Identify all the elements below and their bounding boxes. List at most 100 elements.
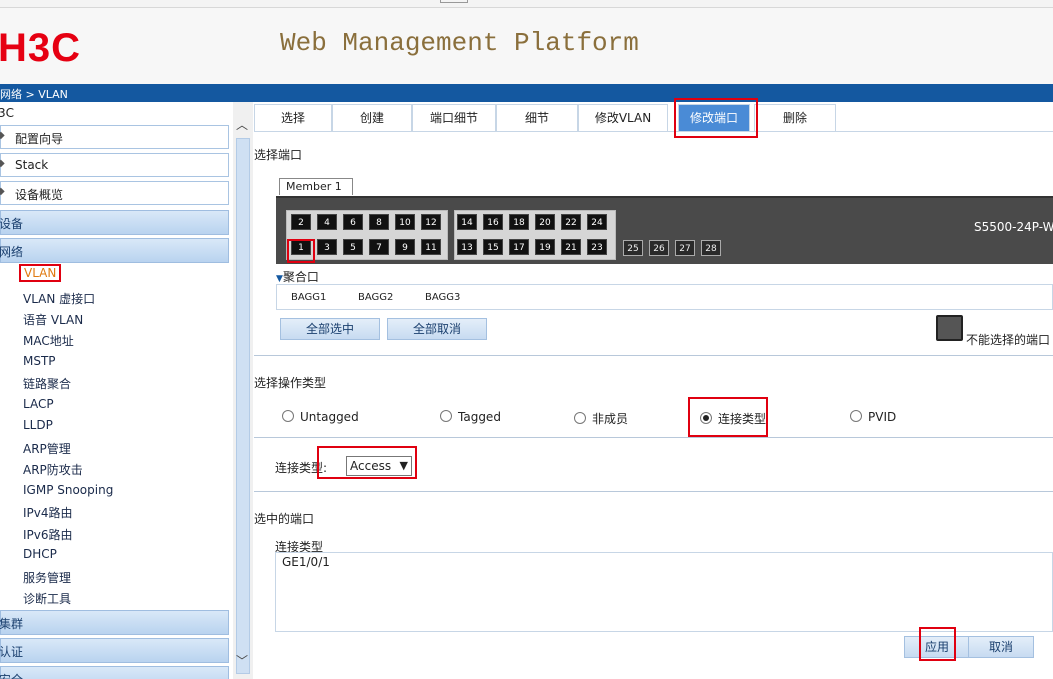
sidebar-box-overview[interactable]: ◆ 设备概览 xyxy=(0,181,229,205)
sidebar-box-wizard[interactable]: ◆ 配置向导 xyxy=(0,125,229,149)
sidebar-item-lacp[interactable]: LACP xyxy=(23,397,54,411)
tab-modify-vlan[interactable]: 修改VLAN xyxy=(578,104,668,131)
port-6[interactable]: 6 xyxy=(343,214,363,230)
radio-checked-icon xyxy=(700,412,712,424)
port-3[interactable]: 3 xyxy=(317,239,337,255)
tab-select[interactable]: 选择 xyxy=(254,104,332,131)
top-strip xyxy=(0,0,1053,8)
apply-button[interactable]: 应用 xyxy=(904,636,970,658)
port-12[interactable]: 12 xyxy=(421,214,441,230)
radio-untagged[interactable]: Untagged xyxy=(282,410,359,424)
aggregation-label[interactable]: ▼聚合口 xyxy=(276,268,319,285)
aggregation-label-text: 聚合口 xyxy=(282,270,319,284)
sidebar-item-ipv4[interactable]: IPv4路由 xyxy=(23,504,73,521)
sidebar-item-igmp[interactable]: IGMP Snooping xyxy=(23,483,113,497)
port-23[interactable]: 23 xyxy=(587,239,607,255)
member-tab[interactable]: Member 1 xyxy=(279,178,353,195)
main-content: 选择 创建 端口细节 细节 修改VLAN 修改端口 删除 选择端口 Member… xyxy=(254,98,1053,679)
deselect-all-button[interactable]: 全部取消 xyxy=(387,318,487,340)
port-9[interactable]: 9 xyxy=(395,239,415,255)
port-14[interactable]: 14 xyxy=(457,214,477,230)
sidebar-category-network[interactable]: 网络 xyxy=(0,238,229,263)
port-7[interactable]: 7 xyxy=(369,239,389,255)
category-label: 认证 xyxy=(0,645,24,659)
sidebar-category-auth[interactable]: 认证 xyxy=(0,638,229,663)
scrollbar-thumb[interactable] xyxy=(236,138,250,674)
sidebar-item-service[interactable]: 服务管理 xyxy=(23,569,71,586)
agg-port-bagg2[interactable]: BAGG2 xyxy=(358,292,393,303)
port-5[interactable]: 5 xyxy=(343,239,363,255)
category-label: 安全 xyxy=(0,671,23,679)
cancel-button[interactable]: 取消 xyxy=(968,636,1034,658)
port-19[interactable]: 19 xyxy=(535,239,555,255)
sidebar-item-mac[interactable]: MAC地址 xyxy=(23,332,74,349)
link-type-label: 连接类型: xyxy=(275,461,328,475)
port-25[interactable]: 25 xyxy=(623,240,643,256)
port-2[interactable]: 2 xyxy=(291,214,311,230)
sidebar-item-diagnostic[interactable]: 诊断工具 xyxy=(23,590,71,607)
radio-tagged[interactable]: Tagged xyxy=(440,410,501,424)
sidebar-item-voice-vlan[interactable]: 语音 VLAN xyxy=(23,311,83,328)
port-22[interactable]: 22 xyxy=(561,214,581,230)
sidebar-box-label: Stack xyxy=(15,158,49,172)
select-value: Access xyxy=(350,459,392,473)
sidebar-category-device[interactable]: 设备 xyxy=(0,210,229,235)
port-24[interactable]: 24 xyxy=(587,214,607,230)
breadcrumb: 网络 > VLAN xyxy=(0,88,1053,102)
sidebar-item-ipv6[interactable]: IPv6路由 xyxy=(23,526,73,543)
port-8[interactable]: 8 xyxy=(369,214,389,230)
h3c-logo: H3C xyxy=(0,26,82,70)
port-16[interactable]: 16 xyxy=(483,214,503,230)
tab-modify-port[interactable]: 修改端口 xyxy=(678,104,750,131)
port-15[interactable]: 15 xyxy=(483,239,503,255)
sidebar-category-cluster[interactable]: 集群 xyxy=(0,610,229,635)
port-17[interactable]: 17 xyxy=(509,239,529,255)
tab-detail[interactable]: 细节 xyxy=(496,104,578,131)
diamond-icon: ◆ xyxy=(0,186,5,197)
port-1[interactable]: 1 xyxy=(291,239,311,255)
port-21[interactable]: 21 xyxy=(561,239,581,255)
tab-delete[interactable]: 删除 xyxy=(754,104,836,131)
radio-circle-icon xyxy=(850,410,862,422)
tab-port-detail[interactable]: 端口细节 xyxy=(412,104,496,131)
sidebar-item-arp[interactable]: ARP管理 xyxy=(23,440,71,457)
sidebar-category-security[interactable]: 安全 xyxy=(0,666,229,679)
port-26[interactable]: 26 xyxy=(649,240,669,256)
port-18[interactable]: 18 xyxy=(509,214,529,230)
selected-port-value: GE1/0/1 xyxy=(282,555,330,569)
agg-port-bagg1[interactable]: BAGG1 xyxy=(291,292,326,303)
select-all-button[interactable]: 全部选中 xyxy=(280,318,380,340)
radio-non-member[interactable]: 非成员 xyxy=(574,410,628,427)
switch-model: S5500-24P-Wi xyxy=(974,220,1053,234)
port-20[interactable]: 20 xyxy=(535,214,555,230)
radio-circle-icon xyxy=(574,412,586,424)
sidebar-item-vlan-interface[interactable]: VLAN 虚接口 xyxy=(23,290,95,307)
sidebar-item-link-aggregation[interactable]: 链路聚合 xyxy=(23,375,71,392)
sidebar-item-mstp[interactable]: MSTP xyxy=(23,354,56,368)
port-10[interactable]: 10 xyxy=(395,214,415,230)
agg-port-bagg3[interactable]: BAGG3 xyxy=(425,292,460,303)
selected-ports-textarea[interactable]: GE1/0/1 xyxy=(275,552,1053,632)
divider xyxy=(254,355,1053,356)
port-28[interactable]: 28 xyxy=(701,240,721,256)
sidebar-item-arp-attack[interactable]: ARP防攻击 xyxy=(23,461,83,478)
port-4[interactable]: 4 xyxy=(317,214,337,230)
radio-pvid[interactable]: PVID xyxy=(850,410,896,424)
switch-panel: 2 4 6 8 10 12 1 3 5 7 9 11 14 16 18 20 2… xyxy=(276,196,1053,264)
port-27[interactable]: 27 xyxy=(675,240,695,256)
radio-label: PVID xyxy=(868,410,897,424)
link-type-select[interactable]: Access ▼ xyxy=(346,456,412,476)
sidebar-item-dhcp[interactable]: DHCP xyxy=(23,547,57,561)
sidebar-scrollbar[interactable]: ︿ ﹀ xyxy=(233,102,253,679)
chevron-up-icon[interactable]: ︿ xyxy=(236,116,248,133)
port-13[interactable]: 13 xyxy=(457,239,477,255)
port-11[interactable]: 11 xyxy=(421,239,441,255)
platform-title: Web Management Platform xyxy=(280,28,639,58)
sidebar-item-vlan[interactable]: VLAN xyxy=(19,264,62,282)
radio-link-type[interactable]: 连接类型 xyxy=(700,410,766,427)
chevron-down-icon[interactable]: ﹀ xyxy=(236,652,248,669)
radio-circle-icon xyxy=(282,410,294,422)
sidebar-box-stack[interactable]: ◆ Stack xyxy=(0,153,229,177)
sidebar-item-lldp[interactable]: LLDP xyxy=(23,418,53,432)
tab-create[interactable]: 创建 xyxy=(332,104,412,131)
